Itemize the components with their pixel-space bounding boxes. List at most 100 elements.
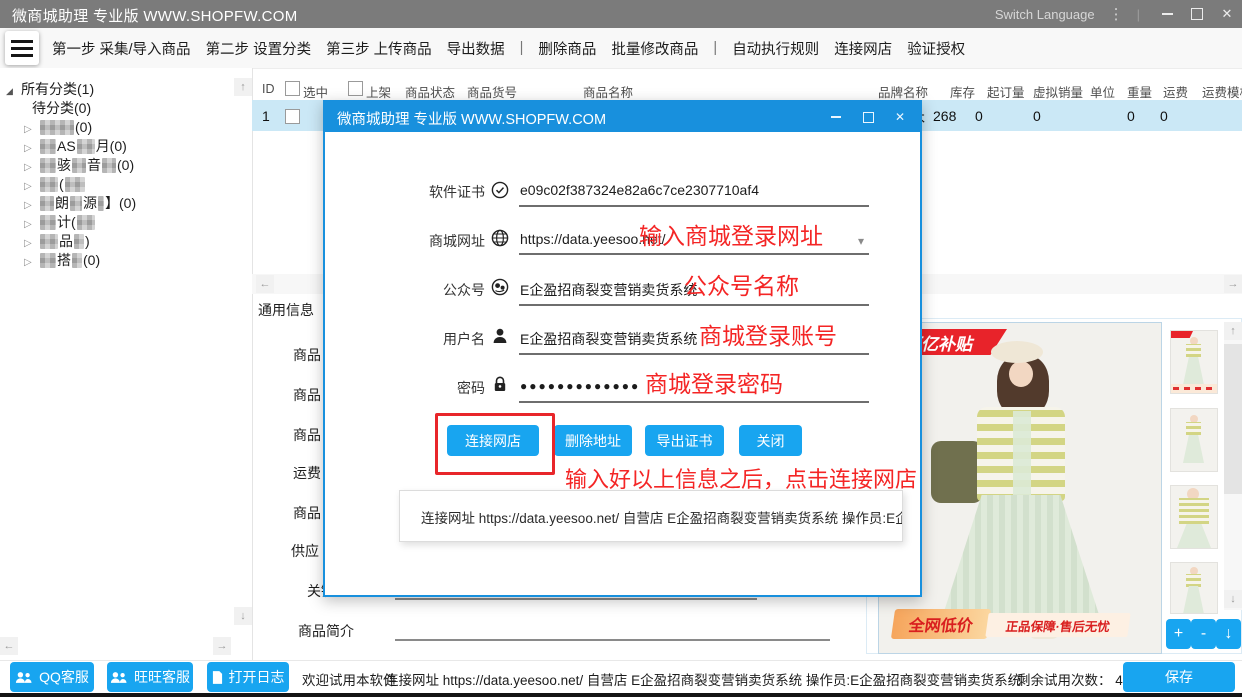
menu-item-batch-edit[interactable]: 批量修改商品 [611, 38, 698, 59]
expand-arrow-icon[interactable]: ▷ [24, 253, 36, 272]
dialog-close-action-button[interactable]: 关闭 [739, 425, 802, 456]
col-name[interactable]: 商品名称 [583, 82, 633, 100]
tree-item[interactable]: ▷(0) [0, 118, 230, 137]
tree-item[interactable]: 待分类(0) [0, 99, 230, 118]
hamburger-menu-button[interactable] [5, 31, 39, 65]
certificate-check-icon [491, 181, 509, 199]
dialog-titlebar[interactable]: 微商城助理 专业版 WWW.SHOPFW.COM ✕ [325, 102, 920, 132]
censored-text [72, 253, 82, 268]
col-brand[interactable]: 品牌名称 [878, 82, 928, 100]
tree-item[interactable]: ▷品) [0, 232, 230, 251]
zoom-out-button[interactable]: - [1191, 619, 1216, 649]
tree-item[interactable]: ▷( [0, 175, 230, 194]
product-thumbnail[interactable] [1170, 562, 1218, 614]
col-status[interactable]: 商品状态 [405, 82, 455, 100]
cell-weight: 0 [1127, 108, 1135, 124]
download-image-button[interactable]: ↓ [1216, 619, 1241, 649]
row-checkbox[interactable] [285, 109, 300, 124]
connection-item-text: 连接网址 https://data.yeesoo.net/ 自营店 E企盈招商裂… [421, 507, 903, 527]
description-input-underline[interactable] [395, 639, 830, 641]
thumbnail-banner [1171, 384, 1217, 393]
model-figure [991, 341, 1043, 363]
menu-items: 第一步 采集/导入商品 第二步 设置分类 第三步 上传商品 导出数据 | 删除商… [52, 28, 965, 68]
thumbnail-scrollbar-thumb[interactable] [1224, 344, 1242, 494]
qq-support-button[interactable]: QQ客服 [10, 662, 94, 692]
menu-item-step2-category[interactable]: 第二步 设置分类 [206, 38, 312, 59]
switch-language-button[interactable]: Switch Language [995, 7, 1095, 22]
model-figure [1013, 411, 1031, 503]
maximize-button[interactable] [1182, 0, 1212, 28]
menu-separator: | [520, 40, 524, 56]
menu-item-step1-collect[interactable]: 第一步 采集/导入商品 [52, 38, 191, 59]
col-minorder[interactable]: 起订量 [987, 82, 1025, 100]
sidebar-scroll-up-icon[interactable]: ↑ [234, 78, 252, 96]
col-onsale[interactable]: 上架 [366, 82, 391, 100]
sidebar-scroll-down-icon[interactable]: ↓ [234, 607, 252, 625]
tree-item[interactable]: ▷骇音(0) [0, 156, 230, 175]
menu-item-delete-product[interactable]: 删除商品 [538, 38, 596, 59]
tree-item[interactable]: ▷AS月(0) [0, 137, 230, 156]
tree-item[interactable]: ▷搭(0) [0, 251, 230, 270]
table-scroll-right-icon[interactable]: → [1224, 275, 1242, 293]
tree-item-label: ( [59, 176, 64, 192]
password-input[interactable]: ●●●●●●●●●●●●● [520, 379, 640, 393]
zoom-in-button[interactable]: + [1166, 619, 1191, 649]
cert-value[interactable]: e09c02f387324e82a6c7ce2307710af4 [520, 182, 759, 198]
col-sku[interactable]: 商品货号 [467, 82, 517, 100]
dialog-maximize-button[interactable] [852, 102, 884, 132]
table-scroll-left-icon[interactable]: ← [256, 275, 274, 293]
menu-bar: 第一步 采集/导入商品 第二步 设置分类 第三步 上传商品 导出数据 | 删除商… [0, 28, 1242, 69]
tab-general-info[interactable]: 通用信息 [258, 300, 314, 320]
censored-text [70, 196, 82, 211]
product-thumbnail[interactable] [1170, 485, 1218, 549]
url-dropdown-icon[interactable]: ▾ [858, 234, 864, 248]
cell-shipping: 0 [1160, 108, 1168, 124]
thumbnail-scroll-up-icon[interactable]: ↑ [1224, 322, 1242, 340]
export-cert-button[interactable]: 导出证书 [645, 425, 724, 456]
col-id[interactable]: ID [262, 82, 275, 96]
sidebar-scroll-right-icon[interactable]: → [213, 637, 231, 655]
tree-item[interactable]: ▷朗源】(0) [0, 194, 230, 213]
tree-item[interactable]: ◢所有分类(1) [0, 80, 230, 99]
save-button[interactable]: 保存 [1123, 662, 1235, 692]
window-titlebar: 微商城助理 专业版 WWW.SHOPFW.COM Switch Language… [0, 0, 1242, 28]
wangwang-support-button[interactable]: 旺旺客服 [107, 662, 193, 692]
menu-item-verify-auth[interactable]: 验证授权 [907, 38, 965, 59]
sidebar-scroll-left-icon[interactable]: ← [0, 637, 18, 655]
onsale-all-checkbox[interactable] [348, 81, 363, 96]
col-unit[interactable]: 单位 [1090, 82, 1115, 100]
minimize-button[interactable] [1152, 0, 1182, 28]
tree-item[interactable]: ▷计( [0, 213, 230, 232]
open-log-button[interactable]: 打开日志 [207, 662, 289, 692]
col-shipping-template[interactable]: 运费模板 [1202, 82, 1242, 100]
tree-item-label: (0) [117, 157, 134, 173]
connection-list-item[interactable]: 连接网址 https://data.yeesoo.net/ 自营店 E企盈招商裂… [399, 490, 903, 542]
censored-text [102, 158, 116, 173]
menu-item-connect-shop[interactable]: 连接网店 [834, 38, 892, 59]
username-input[interactable]: E企盈招商裂变营销卖货系统 [520, 329, 697, 349]
keywords-input-underline[interactable] [395, 598, 757, 600]
menu-item-step3-upload[interactable]: 第三步 上传商品 [326, 38, 432, 59]
col-selected[interactable]: 选中 [303, 82, 328, 100]
product-thumbnail[interactable] [1170, 408, 1218, 472]
tree-item-label: 源 [83, 195, 97, 211]
col-stock[interactable]: 库存 [950, 82, 975, 100]
wangwang-support-label: 旺旺客服 [134, 667, 190, 687]
col-virtual-sales[interactable]: 虚拟销量 [1033, 82, 1083, 100]
col-shipping[interactable]: 运费 [1163, 82, 1188, 100]
lowest-price-banner: 全网低价 [891, 609, 991, 639]
delete-address-button[interactable]: 删除地址 [554, 425, 632, 456]
menu-item-export-data[interactable]: 导出数据 [447, 38, 505, 59]
dialog-close-button[interactable]: ✕ [884, 102, 916, 132]
col-weight[interactable]: 重量 [1127, 82, 1152, 100]
select-all-checkbox[interactable] [285, 81, 300, 96]
thumbnail-scroll-down-icon[interactable]: ↓ [1224, 590, 1242, 608]
field-label-product: 商品 [293, 385, 321, 405]
more-options-icon[interactable]: ⋮ [1109, 5, 1123, 23]
product-thumbnail[interactable] [1170, 330, 1218, 394]
close-button[interactable]: ✕ [1212, 0, 1242, 28]
official-account-input[interactable]: E企盈招商裂变营销卖货系统 [520, 280, 697, 300]
collapse-arrow-icon[interactable]: ◢ [6, 82, 18, 101]
menu-item-auto-rules[interactable]: 自动执行规则 [732, 38, 819, 59]
dialog-minimize-button[interactable] [820, 102, 852, 132]
